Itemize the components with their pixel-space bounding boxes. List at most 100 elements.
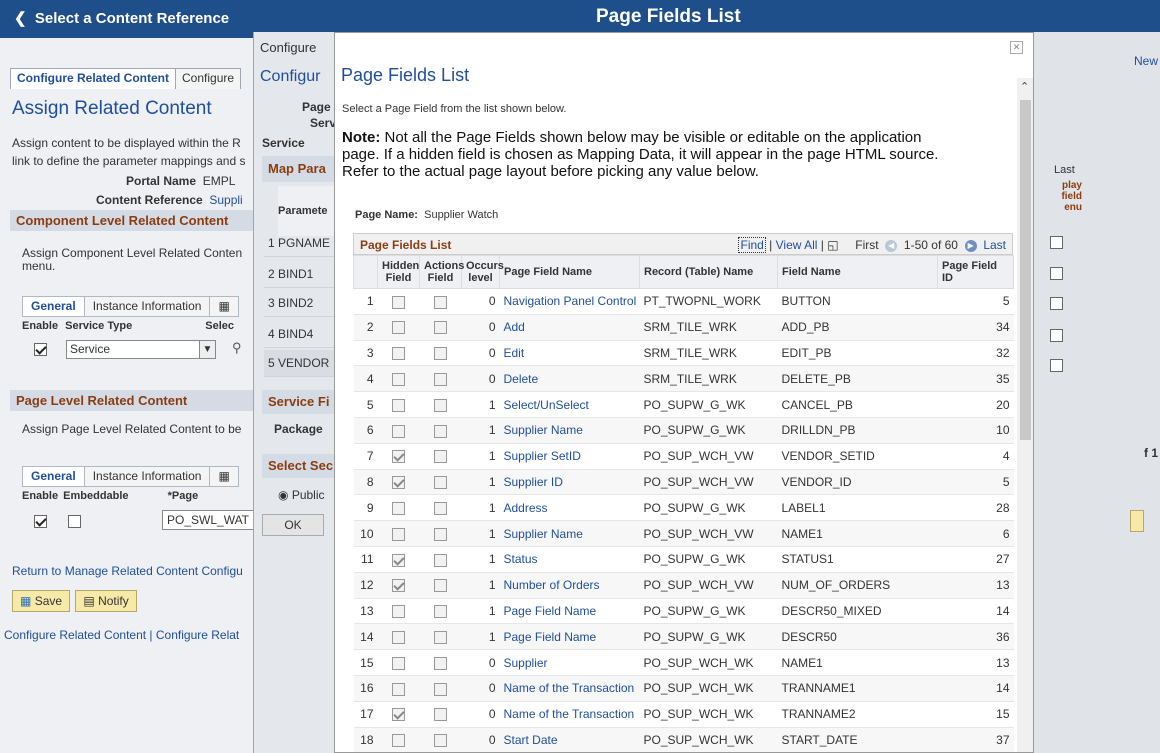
hidden-field-checkbox: [392, 605, 405, 619]
display-checkbox[interactable]: [1050, 267, 1063, 281]
page-field-name-link[interactable]: Navigation Panel Control: [504, 294, 637, 308]
table-row[interactable]: 2 0 Add SRM_TILE_WRK ADD_PB 34: [353, 314, 1014, 341]
page-field-name-link[interactable]: Select/UnSelect: [504, 398, 589, 412]
actions-field-cell: [419, 469, 462, 496]
page-field-name-link[interactable]: Supplier ID: [504, 475, 563, 489]
page-field-name-link[interactable]: Page Field Name: [504, 630, 597, 644]
search-icon[interactable]: ⚲: [232, 340, 242, 356]
page-field-name-link[interactable]: Page Field Name: [504, 604, 597, 618]
footer-links[interactable]: Configure Related Content | Configure Re…: [4, 628, 239, 642]
component-enable-checkbox[interactable]: [34, 343, 47, 357]
row-number: 17: [353, 701, 378, 728]
page-field-name-link[interactable]: Supplier SetID: [504, 449, 581, 463]
page-field-name-link[interactable]: Delete: [504, 372, 539, 386]
page-name-label: Page Name:: [355, 209, 418, 221]
display-checkbox[interactable]: [1050, 359, 1063, 373]
scroll-up-icon[interactable]: ⌃: [1020, 80, 1029, 93]
view-all-link[interactable]: View All: [776, 238, 818, 252]
table-row[interactable]: 4 0 Delete SRM_TILE_WRK DELETE_PB 35: [353, 365, 1014, 393]
tab-general[interactable]: General: [22, 296, 85, 317]
table-row[interactable]: 17 0 Name of the Transaction PO_SUP_WCH_WK T…: [353, 701, 1014, 728]
actions-field-checkbox: [434, 347, 447, 361]
table-row[interactable]: 18 0 Start Date PO_SUP_WCH_WK START_DATE 37: [353, 727, 1014, 752]
page-label: Page: [302, 100, 331, 114]
page-level-desc: Assign Page Level Related Content to be: [22, 422, 242, 436]
col-field-name: Field Name: [777, 255, 938, 289]
table-row[interactable]: 10 1 Supplier Name PO_SUP_WCH_VW NAME1 6: [353, 520, 1014, 547]
display-checkbox[interactable]: [1050, 297, 1063, 311]
table-row[interactable]: 1 0 Navigation Panel Control PT_TWOPNL_WORK…: [353, 288, 1014, 315]
tab-instance-information[interactable]: Instance Information: [83, 466, 211, 487]
partial-button[interactable]: [1130, 510, 1144, 532]
page-field-name-link[interactable]: Add: [504, 320, 525, 334]
table-row[interactable]: 13 1 Page Field Name PO_SUPW_G_WK DESCR50_MI…: [353, 598, 1014, 625]
tab-configure-related-content[interactable]: Configure Related Content: [10, 68, 176, 89]
page-field-name-link[interactable]: Name of the Transaction: [504, 707, 635, 721]
chevron-down-icon[interactable]: ▼: [199, 341, 215, 358]
table-row[interactable]: 12 1 Number of Orders PO_SUP_WCH_VW NUM_OF_O…: [353, 572, 1014, 599]
save-button[interactable]: ▦ Save: [12, 590, 71, 612]
page-field-name-link[interactable]: Start Date: [504, 733, 558, 747]
page-enable-checkbox[interactable]: [34, 515, 47, 529]
new-link[interactable]: New: [1134, 54, 1158, 68]
configure-heading: Configur: [260, 68, 321, 85]
hidden-field-checkbox: [392, 295, 405, 309]
actions-field-checkbox: [434, 579, 447, 593]
page-field-name-link[interactable]: Supplier: [504, 656, 548, 670]
component-desc-1: Assign Component Level Related Conten: [22, 246, 243, 260]
previous-icon[interactable]: ◀: [885, 239, 898, 252]
display-checkbox[interactable]: [1050, 236, 1063, 250]
record-name: PO_SUP_WCH_WK: [639, 675, 778, 702]
notify-button[interactable]: ▤ Notify: [75, 590, 137, 612]
page-field-name-link[interactable]: Number of Orders: [504, 578, 600, 592]
tab-configure[interactable]: Configure: [175, 68, 242, 89]
tab-instance-information[interactable]: Instance Information: [83, 296, 211, 317]
table-row[interactable]: 15 0 Supplier PO_SUP_WCH_WK NAME1 13: [353, 649, 1014, 676]
table-row[interactable]: 16 0 Name of the Transaction PO_SUP_WCH_WK T…: [353, 675, 1014, 702]
close-icon[interactable]: ✕: [1010, 41, 1023, 54]
expand-grid-icon[interactable]: ◱: [827, 238, 838, 252]
table-row[interactable]: 3 0 Edit SRM_TILE_WRK EDIT_PB 32: [353, 340, 1014, 367]
page-field-name-link[interactable]: Supplier Name: [504, 527, 583, 541]
page-field-name-link[interactable]: Status: [504, 552, 538, 566]
actions-field-cell: [419, 649, 462, 676]
actions-field-checkbox: [434, 734, 447, 748]
table-row[interactable]: 14 1 Page Field Name PO_SUPW_G_WK DESCR50 36: [353, 623, 1014, 651]
description-line-1: Assign content to be displayed within th…: [12, 136, 241, 150]
grid-icon[interactable]: ▦: [209, 296, 239, 317]
service-type-select[interactable]: Service ▼: [66, 340, 216, 359]
display-checkbox[interactable]: [1050, 329, 1063, 343]
page-field-name-link[interactable]: Address: [504, 501, 548, 515]
field-name: CANCEL_PB: [777, 391, 938, 418]
embeddable-checkbox[interactable]: [68, 515, 81, 529]
return-link[interactable]: Return to Manage Related Content Configu: [12, 564, 243, 578]
tab-general[interactable]: General: [22, 466, 85, 487]
page-field-name-link[interactable]: Name of the Transaction: [504, 681, 635, 695]
configure-tab[interactable]: Configure: [260, 40, 316, 55]
page-field-name-link[interactable]: Supplier Name: [504, 423, 583, 437]
package-label: Package: [274, 422, 323, 436]
table-row[interactable]: 6 1 Supplier Name PO_SUPW_G_WK DRILLDN_PB 10: [353, 417, 1014, 444]
vertical-scrollbar[interactable]: ⌃: [1017, 78, 1033, 752]
grid-icon[interactable]: ▦: [209, 466, 239, 487]
ok-button[interactable]: OK: [262, 514, 324, 536]
col-page-field-name: Page Field Name: [499, 255, 640, 289]
back-button[interactable]: ❮ Select a Content Reference: [14, 9, 229, 27]
scrollbar-thumb[interactable]: [1020, 100, 1031, 440]
last-link[interactable]: Last: [983, 238, 1006, 252]
component-desc-2: menu.: [22, 259, 56, 273]
table-row[interactable]: 9 1 Address PO_SUPW_G_WK LABEL1 28: [353, 494, 1014, 522]
page-input[interactable]: PO_SWL_WAT: [162, 510, 263, 530]
table-row[interactable]: 11 1 Status PO_SUPW_G_WK STATUS1 27: [353, 546, 1014, 573]
hidden-field-cell: [377, 546, 420, 573]
find-link[interactable]: Find: [738, 237, 766, 253]
table-row[interactable]: 7 1 Supplier SetID PO_SUP_WCH_VW VENDOR_SETI…: [353, 443, 1014, 470]
public-radio[interactable]: ◉: [278, 488, 288, 502]
hidden-field-checkbox: [392, 630, 405, 644]
table-row[interactable]: 5 1 Select/UnSelect PO_SUPW_G_WK CANCEL_PB 20: [353, 391, 1014, 418]
table-row[interactable]: 8 1 Supplier ID PO_SUP_WCH_VW VENDOR_ID 5: [353, 469, 1014, 496]
hidden-field-checkbox: [392, 501, 405, 515]
content-reference-link[interactable]: Suppli: [209, 193, 242, 207]
page-field-name-link[interactable]: Edit: [504, 346, 525, 360]
next-icon[interactable]: ▶: [964, 239, 977, 252]
